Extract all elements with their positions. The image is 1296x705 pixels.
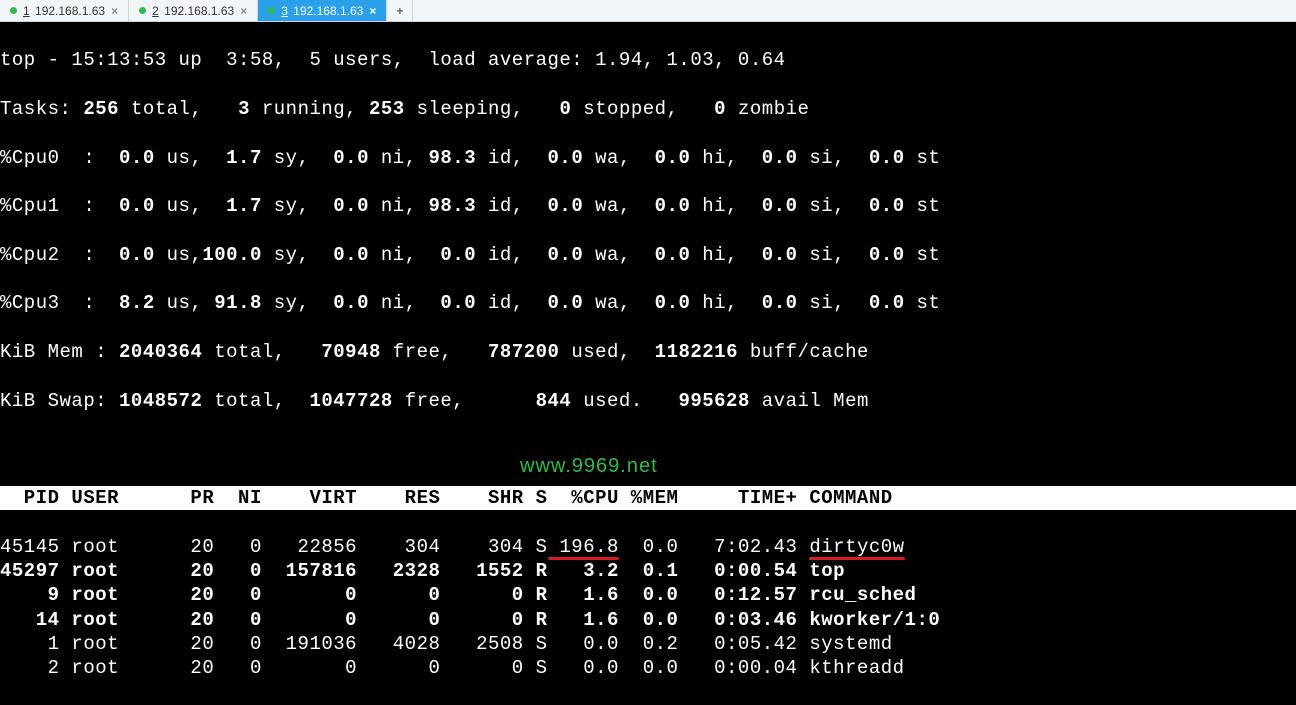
status-dot-icon: [10, 7, 17, 14]
tab-bar: 1 192.168.1.63 × 2 192.168.1.63 × 3 192.…: [0, 0, 1296, 22]
add-tab-button[interactable]: +: [387, 0, 413, 21]
process-command: systemd: [809, 633, 892, 655]
process-row: 45297 root 20 0 157816 2328 1552 R 3.2 0…: [0, 559, 1296, 583]
process-command: kworker/1:0: [809, 609, 940, 631]
tab-label: 3 192.168.1.63: [281, 4, 363, 18]
close-icon[interactable]: ×: [240, 4, 247, 18]
status-dot-icon: [139, 7, 146, 14]
top-swap-line: KiB Swap: 1048572 total, 1047728 free, 8…: [0, 389, 1296, 413]
top-uptime-line: top - 15:13:53 up 3:58, 5 users, load av…: [0, 48, 1296, 72]
status-dot-icon: [268, 7, 275, 14]
tab-1[interactable]: 1 192.168.1.63 ×: [0, 0, 129, 21]
process-command: top: [809, 560, 845, 582]
top-cpu1-line: %Cpu1 : 0.0 us, 1.7 sy, 0.0 ni, 98.3 id,…: [0, 194, 1296, 218]
top-cpu0-line: %Cpu0 : 0.0 us, 1.7 sy, 0.0 ni, 98.3 id,…: [0, 146, 1296, 170]
top-mem-line: KiB Mem : 2040364 total, 70948 free, 787…: [0, 340, 1296, 364]
close-icon[interactable]: ×: [111, 4, 118, 18]
close-icon[interactable]: ×: [369, 4, 376, 18]
cpu-highlight: 196.8: [548, 536, 619, 558]
tab-2[interactable]: 2 192.168.1.63 ×: [129, 0, 258, 21]
top-cpu3-line: %Cpu3 : 8.2 us, 91.8 sy, 0.0 ni, 0.0 id,…: [0, 291, 1296, 315]
top-column-header: PID USER PR NI VIRT RES SHR S %CPU %MEM …: [0, 486, 1296, 510]
process-row: 2 root 20 0 0 0 0 S 0.0 0.0 0:00.04 kthr…: [0, 656, 1296, 680]
tab-label: 1 192.168.1.63: [23, 4, 105, 18]
terminal-output[interactable]: top - 15:13:53 up 3:58, 5 users, load av…: [0, 22, 1296, 705]
process-row: 9 root 20 0 0 0 0 R 1.6 0.0 0:12.57 rcu_…: [0, 583, 1296, 607]
process-row: 14 root 20 0 0 0 0 R 1.6 0.0 0:03.46 kwo…: [0, 608, 1296, 632]
top-tasks-line: Tasks: 256 total, 3 running, 253 sleepin…: [0, 97, 1296, 121]
process-command: rcu_sched: [809, 584, 916, 606]
process-command: kthreadd: [809, 657, 904, 679]
top-cpu2-line: %Cpu2 : 0.0 us,100.0 sy, 0.0 ni, 0.0 id,…: [0, 243, 1296, 267]
tab-label: 2 192.168.1.63: [152, 4, 234, 18]
process-row: 1 root 20 0 191036 4028 2508 S 0.0 0.2 0…: [0, 632, 1296, 656]
tab-3[interactable]: 3 192.168.1.63 ×: [258, 0, 387, 21]
process-row: 45145 root 20 0 22856 304 304 S 196.8 0.…: [0, 535, 1296, 559]
process-command: dirtyc0w: [809, 536, 904, 558]
blank-line: [0, 437, 1296, 461]
